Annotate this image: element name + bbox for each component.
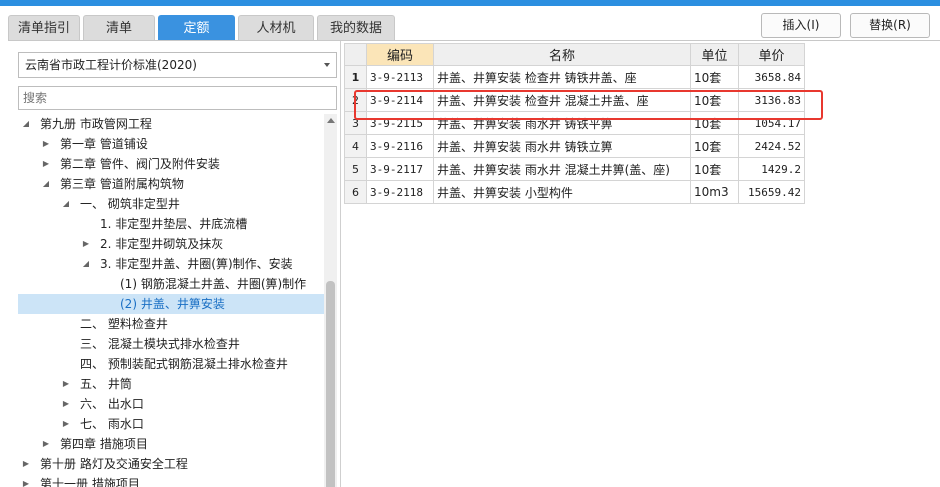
tree-node-subitem-1[interactable]: (1) 钢筋混凝土井盖、井圈(箅)制作: [18, 274, 324, 294]
tree-node-section-6[interactable]: ▶ 六、 出水口: [18, 394, 324, 414]
row-number-header: [344, 43, 367, 66]
row-number: 1: [344, 65, 367, 89]
table-row[interactable]: 1 3-9-2113 井盖、井箅安装 检查井 铸铁井盖、座 10套 3658.8…: [344, 65, 805, 89]
caret-collapsed-icon[interactable]: ▶: [60, 414, 72, 434]
tree-node-item-1[interactable]: 1. 非定型井垫层、井底流槽: [18, 214, 324, 234]
tree-node-section-2[interactable]: 二、 塑料检查井: [18, 314, 324, 334]
chapter-tree: ◢ 第九册 市政管网工程 ▶ 第一章 管道铺设 ▶ 第二章 管件、阀门及附件安装…: [18, 114, 324, 487]
cell-price: 15659.42: [738, 180, 805, 204]
caret-expanded-icon[interactable]: ◢: [20, 114, 32, 134]
insert-button[interactable]: 插入(I): [761, 13, 841, 38]
tree-node-section-7[interactable]: ▶ 七、 雨水口: [18, 414, 324, 434]
caret-collapsed-icon[interactable]: ▶: [40, 134, 52, 154]
tab-list-guide[interactable]: 清单指引: [8, 15, 80, 41]
cell-code: 3-9-2115: [366, 111, 434, 135]
tab-quota[interactable]: 定额: [158, 15, 235, 41]
tab-my-data[interactable]: 我的数据: [317, 15, 395, 41]
standard-select[interactable]: 云南省市政工程计价标准(2020): [18, 52, 337, 78]
cell-name: 井盖、井箅安装 雨水井 铸铁平箅: [433, 111, 691, 135]
tab-labor-material-machine[interactable]: 人材机: [238, 15, 314, 41]
table-row[interactable]: 6 3-9-2118 井盖、井箅安装 小型构件 10m3 15659.42: [344, 180, 805, 204]
row-number: 2: [344, 88, 367, 112]
tab-list[interactable]: 清单: [83, 15, 155, 41]
caret-collapsed-icon[interactable]: ▶: [60, 394, 72, 414]
chevron-down-icon: [324, 63, 330, 67]
caret-collapsed-icon[interactable]: ▶: [40, 154, 52, 174]
cell-code: 3-9-2113: [366, 65, 434, 89]
cell-unit: 10套: [690, 65, 739, 89]
app-top-bar: [0, 0, 940, 6]
tree-node-chapter-4[interactable]: ▶ 第四章 措施项目: [18, 434, 324, 454]
row-number: 4: [344, 134, 367, 158]
tree-node-book-10[interactable]: ▶ 第十册 路灯及交通安全工程: [18, 454, 324, 474]
cell-unit: 10套: [690, 88, 739, 112]
cell-code: 3-9-2117: [366, 157, 434, 181]
table-row[interactable]: 2 3-9-2114 井盖、井箅安装 检查井 混凝土井盖、座 10套 3136.…: [344, 88, 805, 112]
cell-code: 3-9-2114: [366, 88, 434, 112]
cell-price: 2424.52: [738, 134, 805, 158]
quota-table: 编码 名称 单位 单价 1 3-9-2113 井盖、井箅安装 检查井 铸铁井盖、…: [344, 43, 805, 204]
tree-node-subitem-2-selected[interactable]: (2) 井盖、井箅安装: [18, 294, 324, 314]
scrollbar-thumb[interactable]: [326, 281, 335, 487]
caret-expanded-icon[interactable]: ◢: [40, 174, 52, 194]
cell-price: 3658.84: [738, 65, 805, 89]
tree-node-chapter-1[interactable]: ▶ 第一章 管道铺设: [18, 134, 324, 154]
caret-collapsed-icon[interactable]: ▶: [60, 374, 72, 394]
column-header-name[interactable]: 名称: [433, 43, 691, 66]
column-header-price[interactable]: 单价: [738, 43, 805, 66]
search-input[interactable]: [18, 86, 337, 110]
cell-code: 3-9-2116: [366, 134, 434, 158]
cell-name: 井盖、井箅安装 检查井 铸铁井盖、座: [433, 65, 691, 89]
cell-name: 井盖、井箅安装 小型构件: [433, 180, 691, 204]
table-row[interactable]: 3 3-9-2115 井盖、井箅安装 雨水井 铸铁平箅 10套 1054.17: [344, 111, 805, 135]
row-number: 5: [344, 157, 367, 181]
row-number: 6: [344, 180, 367, 204]
cell-price: 1054.17: [738, 111, 805, 135]
tab-bar: 清单指引 清单 定额 人材机 我的数据: [8, 15, 395, 41]
cell-unit: 10m3: [690, 180, 739, 204]
cell-unit: 10套: [690, 157, 739, 181]
caret-collapsed-icon[interactable]: ▶: [80, 234, 92, 254]
cell-unit: 10套: [690, 111, 739, 135]
tree-node-section-5[interactable]: ▶ 五、 井筒: [18, 374, 324, 394]
caret-expanded-icon[interactable]: ◢: [80, 254, 92, 274]
tree-node-chapter-3[interactable]: ◢ 第三章 管道附属构筑物: [18, 174, 324, 194]
cell-name: 井盖、井箅安装 雨水井 铸铁立箅: [433, 134, 691, 158]
cell-price: 1429.2: [738, 157, 805, 181]
tree-node-section-3[interactable]: 三、 混凝土模块式排水检查井: [18, 334, 324, 354]
tree-node-chapter-2[interactable]: ▶ 第二章 管件、阀门及附件安装: [18, 154, 324, 174]
caret-collapsed-icon[interactable]: ▶: [20, 474, 32, 487]
tree-node-section-1[interactable]: ◢ 一、 砌筑非定型井: [18, 194, 324, 214]
standard-select-value: 云南省市政工程计价标准(2020): [25, 58, 197, 72]
tree-node-book-11[interactable]: ▶ 第十一册 措施项目: [18, 474, 324, 487]
cell-unit: 10套: [690, 134, 739, 158]
table-row[interactable]: 5 3-9-2117 井盖、井箅安装 雨水井 混凝土井箅(盖、座) 10套 14…: [344, 157, 805, 181]
cell-price: 3136.83: [738, 88, 805, 112]
tree-node-section-4[interactable]: 四、 预制装配式钢筋混凝土排水检查井: [18, 354, 324, 374]
caret-expanded-icon[interactable]: ◢: [60, 194, 72, 214]
column-header-code[interactable]: 编码: [366, 43, 434, 66]
cell-name: 井盖、井箅安装 检查井 混凝土井盖、座: [433, 88, 691, 112]
cell-name: 井盖、井箅安装 雨水井 混凝土井箅(盖、座): [433, 157, 691, 181]
scroll-up-arrow-icon[interactable]: [327, 118, 335, 123]
tree-node-book-9[interactable]: ◢ 第九册 市政管网工程: [18, 114, 324, 134]
table-header-row: 编码 名称 单位 单价: [344, 43, 805, 66]
tree-node-item-3[interactable]: ◢ 3. 非定型井盖、井圈(箅)制作、安装: [18, 254, 324, 274]
row-number: 3: [344, 111, 367, 135]
caret-collapsed-icon[interactable]: ▶: [20, 454, 32, 474]
replace-button[interactable]: 替换(R): [850, 13, 930, 38]
left-pane: 云南省市政工程计价标准(2020) ◢ 第九册 市政管网工程 ▶ 第一章 管道铺…: [8, 41, 341, 487]
tree-node-item-2[interactable]: ▶ 2. 非定型井砌筑及抹灰: [18, 234, 324, 254]
tree-scrollbar[interactable]: [324, 114, 337, 487]
cell-code: 3-9-2118: [366, 180, 434, 204]
caret-collapsed-icon[interactable]: ▶: [40, 434, 52, 454]
column-header-unit[interactable]: 单位: [690, 43, 739, 66]
table-row[interactable]: 4 3-9-2116 井盖、井箅安装 雨水井 铸铁立箅 10套 2424.52: [344, 134, 805, 158]
